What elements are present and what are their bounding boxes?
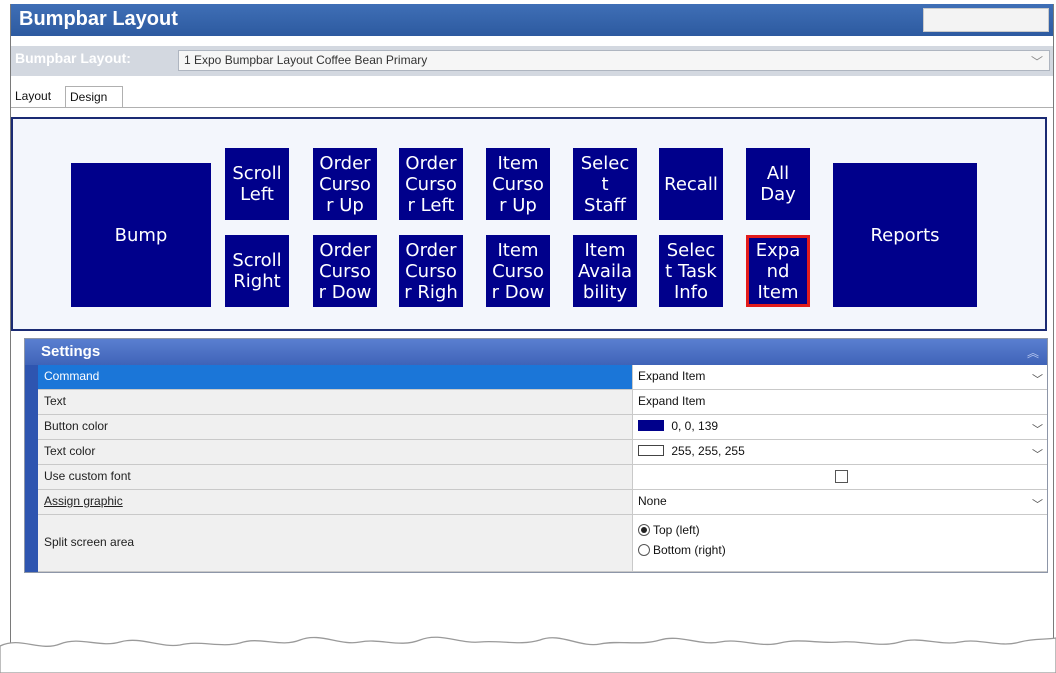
radio-unselected-icon[interactable] [638,544,650,556]
use-custom-font-checkbox[interactable] [835,470,848,483]
text-color-dropdown[interactable]: 255, 255, 255 ﹀ [634,440,1047,464]
setting-row-command[interactable]: Command Expand Item ﹀ [38,365,1047,390]
settings-gutter [25,365,38,572]
select-staff-button[interactable]: Selec t Staff [573,148,637,220]
text-value: Expand Item [638,394,706,408]
chevron-down-icon: ﹀ [1032,424,1043,436]
scroll-right-button[interactable]: Scroll Right [225,235,289,307]
chevron-down-icon: ﹀ [1032,499,1043,511]
window-title: Bumpbar Layout [19,8,178,30]
setting-label: Split screen area [38,515,633,571]
torn-edge-decoration [0,636,1056,673]
tab-layout[interactable]: Layout [11,86,65,108]
chevron-down-icon: ﹀ [1032,374,1043,386]
bumpbar-layout-window: Bumpbar Layout Bumpbar Layout: 1 Expo Bu… [10,4,1054,673]
item-availability-button[interactable]: Item Availa bility [573,235,637,307]
assign-graphic-value: None [638,494,667,508]
order-cursor-up-button[interactable]: Order Curso r Up [313,148,377,220]
bumpbar-design-canvas: Bump Scroll Left Scroll Right Order Curs… [11,117,1047,331]
option-label: Bottom (right) [653,543,726,557]
setting-label: Assign graphic [38,490,633,514]
split-screen-option-top[interactable]: Top (left) [638,520,1043,540]
setting-label: Text color [38,440,633,464]
assign-graphic-link[interactable]: Assign graphic [44,494,123,508]
setting-label: Button color [38,415,633,439]
radio-selected-icon[interactable] [638,524,650,536]
all-day-button[interactable]: All Day [746,148,810,220]
tab-design[interactable]: Design [65,86,123,108]
setting-row-text[interactable]: Text Expand Item [38,390,1047,415]
chevron-down-icon: ﹀ [1032,449,1043,461]
select-task-info-button[interactable]: Selec t Task Info [659,235,723,307]
button-color-value: 0, 0, 139 [671,419,719,433]
button-color-swatch [638,420,664,431]
settings-title: Settings [41,343,101,360]
text-color-value: 255, 255, 255 [671,444,745,458]
order-cursor-left-button[interactable]: Order Curso r Left [399,148,463,220]
setting-row-split-screen[interactable]: Split screen area Top (left) Bottom (rig… [38,515,1047,572]
collapse-icon[interactable]: ︽ [1027,344,1039,361]
use-custom-font-cell [634,465,1047,489]
settings-panel: Settings ︽ Command Expand Item ﹀ Text Ex… [24,338,1048,573]
setting-row-button-color[interactable]: Button color 0, 0, 139 ﹀ [38,415,1047,440]
button-color-dropdown[interactable]: 0, 0, 139 ﹀ [634,415,1047,439]
option-label: Top (left) [653,523,700,537]
expand-item-button[interactable]: Expa nd Item [746,235,810,307]
order-cursor-right-button[interactable]: Order Curso r Righ [399,235,463,307]
setting-row-text-color[interactable]: Text color 255, 255, 255 ﹀ [38,440,1047,465]
title-search-box[interactable] [923,8,1049,32]
scroll-left-button[interactable]: Scroll Left [225,148,289,220]
title-bar: Bumpbar Layout [11,4,1053,36]
layout-selector-bar: Bumpbar Layout: 1 Expo Bumpbar Layout Co… [11,46,1053,76]
recall-button[interactable]: Recall [659,148,723,220]
settings-header[interactable]: Settings ︽ [25,339,1047,365]
setting-row-assign-graphic[interactable]: Assign graphic None ﹀ [38,490,1047,515]
chevron-down-icon: ﹀ [1030,55,1043,69]
layout-selector-value: 1 Expo Bumpbar Layout Coffee Bean Primar… [184,53,428,67]
tab-divider [11,107,1053,108]
setting-label: Use custom font [38,465,633,489]
command-dropdown[interactable]: Expand Item ﹀ [634,365,1047,389]
assign-graphic-dropdown[interactable]: None ﹀ [634,490,1047,514]
reports-button[interactable]: Reports [833,163,977,307]
bump-button[interactable]: Bump [71,163,211,307]
command-value: Expand Item [638,369,706,383]
split-screen-option-bottom[interactable]: Bottom (right) [638,540,1043,560]
text-field[interactable]: Expand Item [634,390,1047,414]
layout-selector-dropdown[interactable]: 1 Expo Bumpbar Layout Coffee Bean Primar… [178,50,1050,71]
item-cursor-up-button[interactable]: Item Curso r Up [486,148,550,220]
text-color-swatch [638,445,664,456]
setting-label: Command [38,365,633,389]
setting-label: Text [38,390,633,414]
split-screen-options: Top (left) Bottom (right) [634,515,1047,571]
setting-row-use-custom-font[interactable]: Use custom font [38,465,1047,490]
layout-selector-label: Bumpbar Layout: [15,50,131,66]
item-cursor-down-button[interactable]: Item Curso r Dow [486,235,550,307]
order-cursor-down-button[interactable]: Order Curso r Dow [313,235,377,307]
